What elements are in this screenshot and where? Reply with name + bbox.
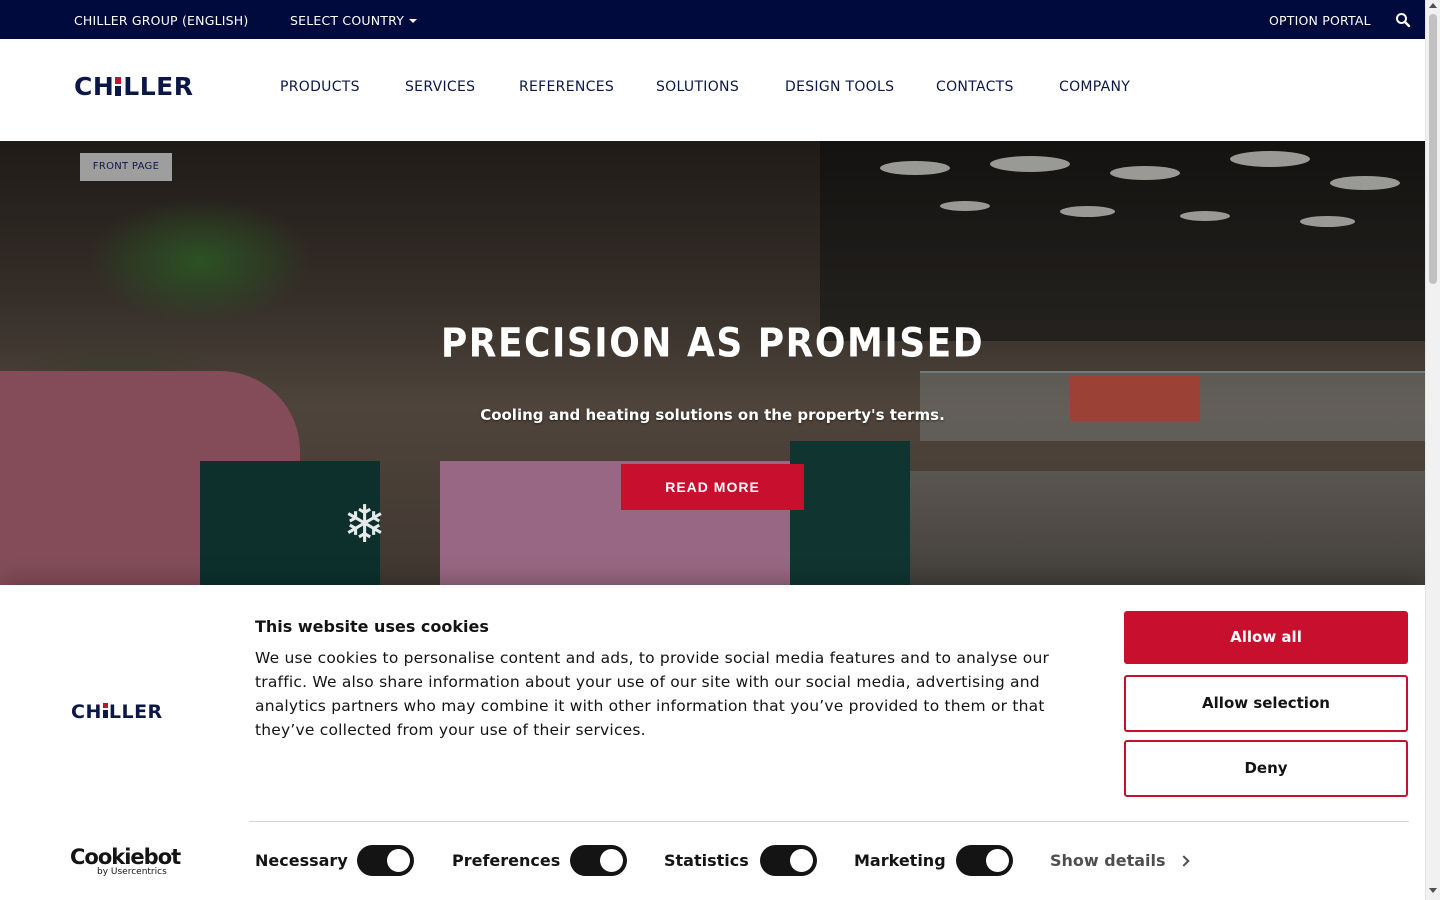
show-details-link[interactable]: Show details: [1050, 851, 1190, 870]
toggle-statistics[interactable]: [760, 845, 817, 876]
toggle-label-statistics: Statistics: [664, 851, 749, 870]
breadcrumb-front-page[interactable]: FRONT PAGE: [80, 153, 172, 181]
page-scrollbar[interactable]: [1425, 0, 1440, 900]
toggle-preferences[interactable]: [570, 845, 627, 876]
toggle-label-marketing: Marketing: [854, 851, 946, 870]
cookie-banner-logo: CH LLER: [71, 701, 163, 723]
chevron-right-icon: [1177, 855, 1190, 867]
top-utility-bar: CHILLER GROUP (ENGLISH) SELECT COUNTRY O…: [0, 0, 1425, 39]
search-icon[interactable]: [1395, 12, 1411, 28]
logo-dot-mark: [114, 72, 123, 101]
toggle-knob: [986, 849, 1009, 872]
nav-references[interactable]: REFERENCES: [519, 79, 614, 95]
logo-text-end: LLER: [123, 72, 194, 101]
logo-dot-mark: [102, 701, 109, 723]
logo-text-start: CH: [71, 701, 102, 723]
logo-text-end: LLER: [108, 701, 163, 723]
scroll-down-icon[interactable]: [1429, 888, 1437, 893]
toggle-label-necessary: Necessary: [255, 851, 348, 870]
hero-banner: ❄ FRONT PAGE PRECISION AS PROMISED Cooli…: [0, 141, 1425, 585]
toggle-knob: [600, 849, 623, 872]
allow-all-button[interactable]: Allow all: [1124, 611, 1408, 664]
toggle-marketing[interactable]: [956, 845, 1013, 876]
select-country-dropdown[interactable]: SELECT COUNTRY: [290, 13, 418, 28]
read-more-button[interactable]: READ MORE: [621, 464, 804, 510]
nav-company[interactable]: COMPANY: [1059, 79, 1130, 95]
toggle-knob: [387, 849, 410, 872]
caret-down-icon: [409, 19, 418, 23]
scroll-up-icon[interactable]: [1429, 3, 1437, 8]
cookiebot-logo[interactable]: Cookiebot by Usercentrics: [70, 845, 181, 877]
option-portal-link[interactable]: OPTION PORTAL: [1269, 13, 1371, 28]
select-country-label: SELECT COUNTRY: [290, 13, 405, 28]
scrollbar-thumb[interactable]: [1429, 14, 1437, 284]
cookiebot-name: Cookiebot: [70, 845, 181, 869]
nav-contacts[interactable]: CONTACTS: [936, 79, 1014, 95]
cookie-description: We use cookies to personalise content an…: [255, 649, 1050, 739]
deny-button[interactable]: Deny: [1124, 740, 1408, 797]
chiller-logo[interactable]: CH LLER: [74, 72, 193, 101]
logo-text-start: CH: [74, 72, 115, 101]
cookie-title: This website uses cookies: [255, 617, 489, 636]
allow-selection-button[interactable]: Allow selection: [1124, 675, 1408, 732]
snowflake-icon: ❄: [343, 495, 387, 555]
nav-services[interactable]: SERVICES: [405, 79, 475, 95]
toggle-label-preferences: Preferences: [452, 851, 561, 870]
hero-title: PRECISION AS PROMISED: [440, 320, 985, 367]
nav-products[interactable]: PRODUCTS: [280, 79, 360, 95]
toggle-necessary[interactable]: [357, 845, 414, 876]
nav-solutions[interactable]: SOLUTIONS: [656, 79, 739, 95]
show-details-label: Show details: [1050, 851, 1166, 870]
toggle-knob: [790, 849, 813, 872]
cookie-consent-banner: CH LLER This website uses cookies We use …: [0, 585, 1425, 900]
group-language-link[interactable]: CHILLER GROUP (ENGLISH): [74, 13, 248, 28]
divider: [249, 821, 1409, 822]
site-header: CH LLER PRODUCTS SERVICES REFERENCES SOLU…: [0, 39, 1425, 141]
nav-design-tools[interactable]: DESIGN TOOLS: [785, 79, 894, 95]
hero-subtitle: Cooling and heating solutions on the pro…: [480, 406, 945, 424]
